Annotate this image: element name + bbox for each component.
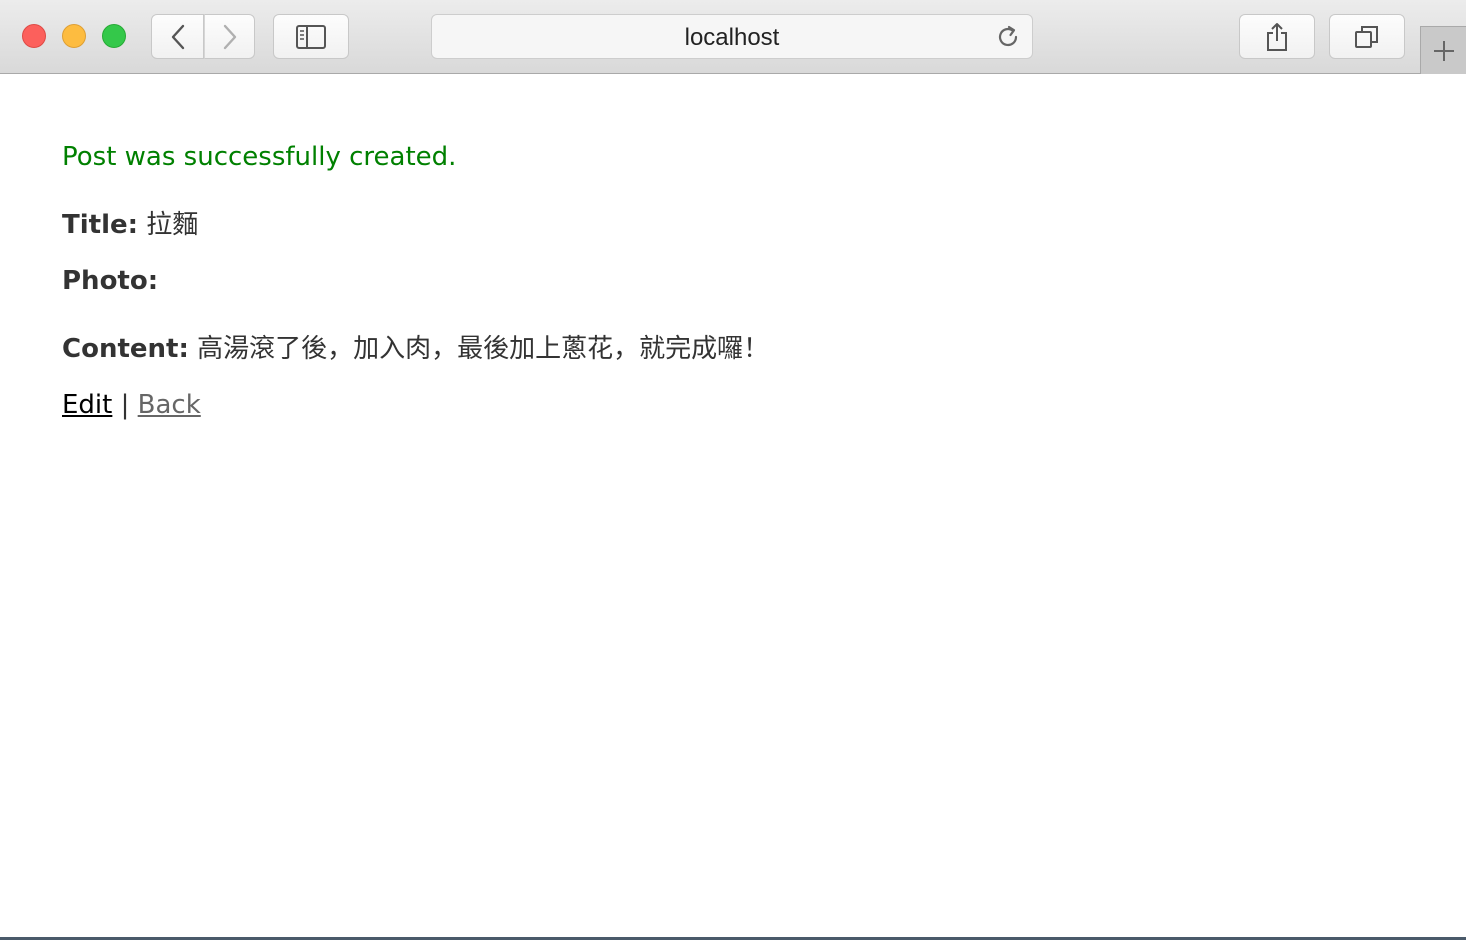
zoom-window-button[interactable]	[102, 24, 126, 48]
sidebar-toggle-button[interactable]	[273, 14, 349, 59]
back-button[interactable]	[151, 14, 204, 59]
tab-overview-button[interactable]	[1329, 14, 1405, 59]
chevron-left-icon	[171, 24, 184, 49]
forward-button[interactable]	[204, 14, 255, 59]
photo-field: Photo:	[62, 266, 158, 296]
content-field: Content: 高湯滾了後，加入肉，最後加上蔥花，就完成囉！	[62, 328, 769, 365]
close-window-button[interactable]	[22, 24, 46, 48]
sidebar-icon	[296, 24, 326, 49]
address-bar[interactable]: localhost	[431, 14, 1033, 59]
content-value: 高湯滾了後，加入肉，最後加上蔥花，就完成囉！	[197, 334, 770, 364]
share-icon	[1267, 22, 1287, 51]
edit-link[interactable]: Edit	[62, 390, 112, 420]
share-button[interactable]	[1239, 14, 1315, 59]
reload-button[interactable]	[994, 23, 1022, 51]
title-value: 拉麵	[146, 210, 199, 240]
chevron-right-icon	[223, 24, 236, 49]
link-separator: |	[120, 390, 130, 420]
content-label: Content:	[62, 334, 189, 364]
title-field: Title: 拉麵	[62, 204, 198, 241]
title-label: Title:	[62, 210, 139, 240]
reload-icon	[998, 25, 1018, 47]
success-notice: Post was successfully created.	[62, 142, 457, 172]
photo-label: Photo:	[62, 266, 159, 296]
minimize-window-button[interactable]	[62, 24, 86, 48]
address-url[interactable]: localhost	[432, 15, 1032, 60]
back-link[interactable]: Back	[138, 390, 201, 420]
tabs-overview-icon	[1355, 25, 1378, 48]
plus-icon	[1433, 40, 1454, 61]
action-links: Edit | Back	[62, 390, 201, 420]
new-tab-button[interactable]	[1420, 26, 1466, 74]
browser-toolbar: localhost	[0, 0, 1466, 74]
